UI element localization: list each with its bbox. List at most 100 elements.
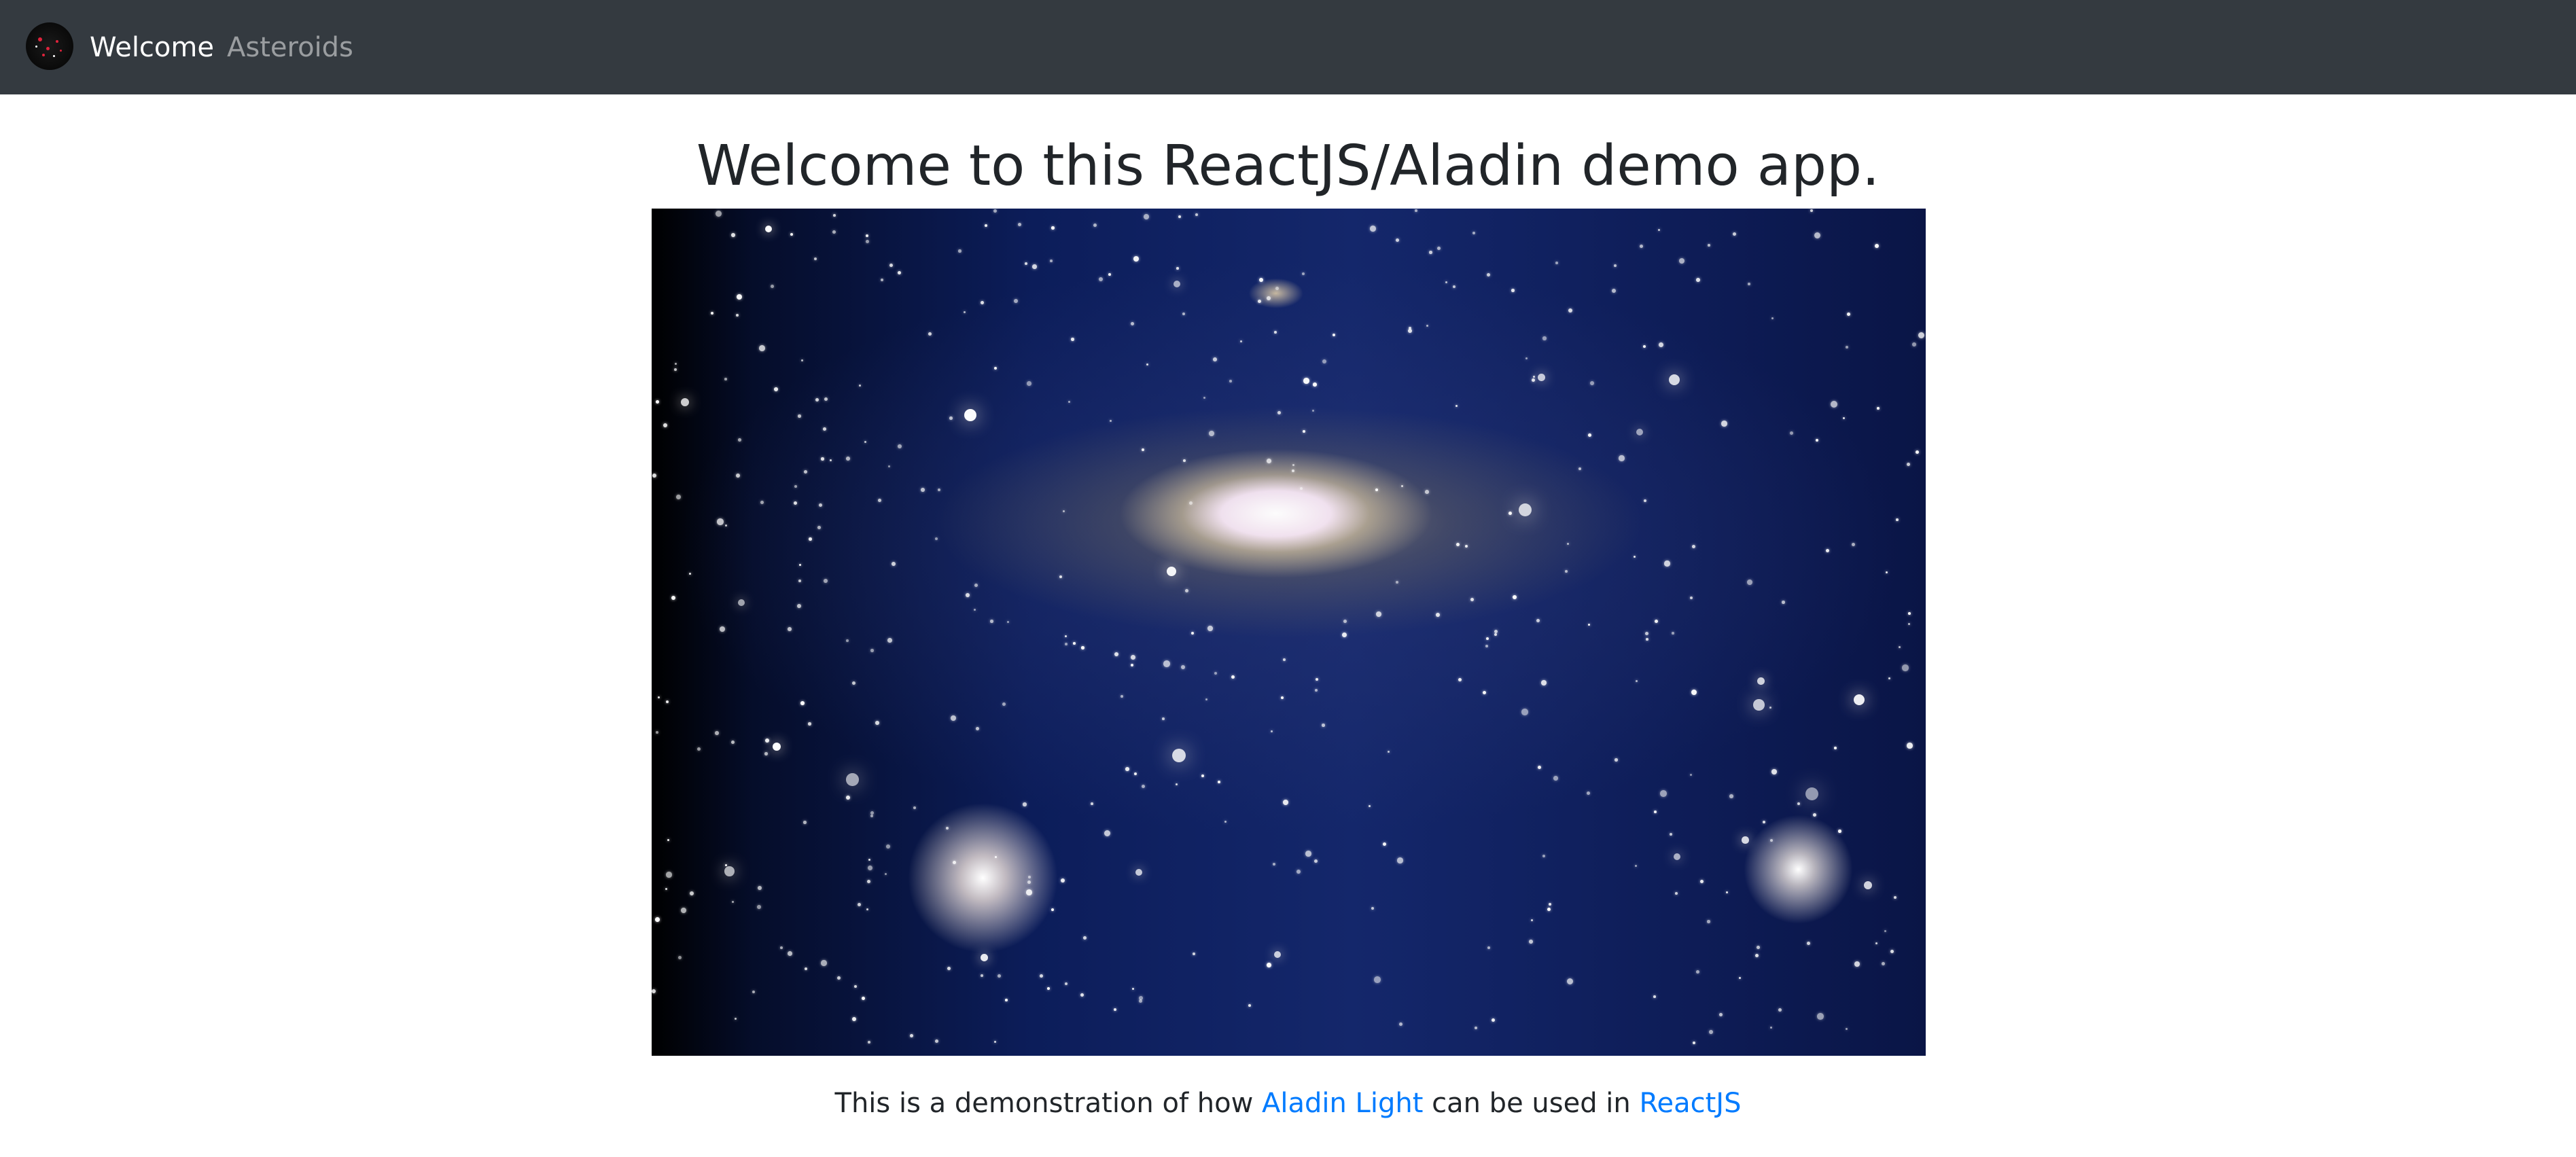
star — [1884, 930, 1887, 933]
star — [1267, 296, 1271, 300]
star — [805, 967, 808, 971]
star — [1707, 920, 1710, 923]
star — [1371, 907, 1375, 910]
star — [1549, 903, 1551, 906]
star — [1755, 954, 1759, 958]
star — [1852, 543, 1856, 547]
star — [1902, 664, 1909, 671]
asteroid-logo-icon[interactable] — [26, 22, 73, 70]
star — [981, 954, 988, 961]
nav-link-asteroids[interactable]: Asteroids — [227, 30, 353, 65]
star — [1205, 698, 1208, 701]
star — [946, 827, 949, 830]
star — [1553, 776, 1558, 781]
star — [1542, 336, 1547, 340]
star — [1521, 709, 1528, 715]
star — [1588, 433, 1592, 438]
star — [1302, 272, 1305, 276]
star — [1644, 499, 1647, 503]
star — [1104, 830, 1111, 837]
page-title: Welcome to this ReactJS/Aladin demo app. — [696, 134, 1880, 198]
star — [1277, 411, 1282, 415]
star — [656, 400, 659, 404]
star — [1770, 1027, 1773, 1029]
star — [868, 859, 871, 861]
star — [821, 457, 824, 461]
star — [1778, 1008, 1782, 1012]
star — [1091, 802, 1093, 805]
star — [1660, 790, 1667, 797]
star — [1612, 289, 1616, 293]
star — [1214, 672, 1218, 675]
star — [1453, 285, 1456, 289]
star — [1093, 224, 1097, 228]
star — [798, 414, 801, 418]
star — [1578, 467, 1582, 471]
star — [1782, 601, 1785, 604]
star — [1908, 612, 1911, 615]
star — [1028, 876, 1031, 878]
star — [1429, 251, 1432, 254]
star — [1615, 758, 1618, 762]
star — [1854, 694, 1865, 706]
star — [1271, 730, 1273, 733]
star — [1313, 382, 1317, 387]
star — [1322, 359, 1326, 363]
star — [1134, 772, 1137, 775]
star — [808, 722, 811, 726]
star — [953, 861, 956, 864]
star — [1672, 632, 1674, 635]
star — [799, 564, 802, 567]
star — [1114, 1008, 1117, 1012]
star — [1292, 464, 1294, 466]
star — [671, 596, 675, 600]
star — [1040, 974, 1044, 978]
aladin-light-link[interactable]: Aladin Light — [1262, 1088, 1423, 1119]
reactjs-link[interactable]: ReactJS — [1639, 1088, 1741, 1119]
star — [1640, 245, 1644, 249]
star — [1027, 880, 1031, 885]
star — [1399, 1022, 1403, 1027]
star — [1437, 247, 1441, 251]
star — [1810, 209, 1813, 212]
star — [1739, 977, 1742, 980]
star — [1690, 774, 1693, 777]
star — [1409, 327, 1411, 330]
star — [1790, 431, 1794, 435]
star — [1415, 209, 1417, 212]
star — [1529, 940, 1533, 944]
star — [1748, 283, 1750, 285]
star — [1568, 308, 1573, 313]
star — [1729, 794, 1733, 798]
star — [1817, 1013, 1824, 1020]
star — [803, 821, 807, 824]
star — [1388, 751, 1390, 753]
star — [1733, 232, 1737, 236]
star — [1110, 420, 1112, 423]
star — [1485, 645, 1489, 648]
star — [1267, 963, 1271, 967]
star — [1753, 699, 1765, 711]
star — [1807, 942, 1811, 946]
nav-link-welcome[interactable]: Welcome — [90, 30, 214, 65]
star — [1864, 881, 1873, 890]
star — [898, 271, 902, 275]
star — [998, 974, 1002, 978]
star — [1229, 380, 1232, 382]
star — [1343, 620, 1347, 623]
star — [735, 1018, 737, 1020]
star — [824, 397, 828, 401]
star — [1018, 223, 1022, 227]
star — [1567, 543, 1570, 546]
star — [1475, 1027, 1478, 1030]
star — [1619, 455, 1625, 461]
star — [1533, 376, 1536, 378]
star — [1708, 244, 1710, 247]
star — [1231, 675, 1235, 679]
star — [1588, 624, 1591, 626]
star — [1163, 660, 1170, 667]
star — [1178, 215, 1182, 219]
star — [1071, 338, 1074, 341]
star — [666, 700, 669, 704]
star — [1846, 346, 1848, 349]
